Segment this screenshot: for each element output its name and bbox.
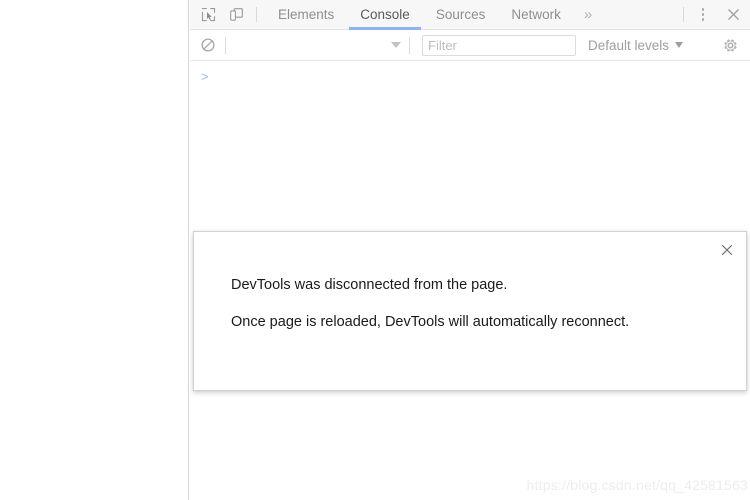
tabs-overflow-label: » <box>583 6 592 23</box>
tab-elements[interactable]: Elements <box>265 0 347 29</box>
tab-network-label: Network <box>511 7 561 22</box>
dialog-message-line-2: Once page is reloaded, DevTools will aut… <box>231 314 630 330</box>
tab-network[interactable]: Network <box>498 0 574 29</box>
tab-console-label: Console <box>360 7 410 22</box>
filter-input[interactable] <box>422 34 576 56</box>
console-toolbar: Default levels <box>190 30 750 61</box>
inspected-page-area[interactable] <box>0 0 189 500</box>
console-prompt-row[interactable]: > <box>190 61 750 88</box>
console-context-selector[interactable] <box>230 34 405 56</box>
inspect-element-icon[interactable] <box>194 0 222 29</box>
toolbar-divider <box>409 36 410 54</box>
kebab-menu-icon[interactable] <box>690 0 716 29</box>
tabstrip-divider <box>256 7 257 22</box>
dialog-body: DevTools was disconnected from the page.… <box>194 232 746 331</box>
dialog-message-line-1: DevTools was disconnected from the page. <box>231 277 508 293</box>
devtools-disconnected-dialog: DevTools was disconnected from the page.… <box>193 231 747 391</box>
watermark-text: https://blog.csdn.net/qq_42581563 <box>526 477 748 493</box>
tabs-overflow-icon[interactable]: » <box>574 0 603 29</box>
gear-icon[interactable] <box>719 34 741 56</box>
chevron-down-icon <box>675 42 684 48</box>
devtools-tabs: Elements Console Sources Network <box>265 0 574 30</box>
kebab-dot <box>701 13 705 16</box>
tab-sources[interactable]: Sources <box>423 0 499 29</box>
log-levels-label: Default levels <box>588 37 670 53</box>
console-message-area[interactable]: > DevTools was disconnected from the pag… <box>190 61 750 499</box>
tabstrip-right-divider <box>683 7 684 22</box>
toolbar-divider <box>225 36 226 54</box>
close-icon[interactable] <box>716 0 750 29</box>
device-toolbar-icon[interactable] <box>222 0 250 29</box>
kebab-dot <box>701 8 705 11</box>
devtools-tabstrip: Elements Console Sources Network » <box>190 0 750 30</box>
tabstrip-right-controls <box>677 0 750 29</box>
console-prompt-chevron-icon: > <box>201 69 209 84</box>
tab-console[interactable]: Console <box>347 0 423 30</box>
clear-console-icon[interactable] <box>195 32 221 58</box>
screenshot-root: Elements Console Sources Network » Filte… <box>0 0 750 500</box>
kebab-dot <box>701 18 705 21</box>
devtools-panel: Elements Console Sources Network » Filte… <box>190 0 750 500</box>
chevron-down-icon <box>391 42 401 48</box>
log-levels-dropdown[interactable]: Default levels <box>588 37 684 53</box>
tab-elements-label: Elements <box>278 7 335 22</box>
dialog-close-icon[interactable] <box>716 239 738 261</box>
tab-sources-label: Sources <box>435 7 486 22</box>
